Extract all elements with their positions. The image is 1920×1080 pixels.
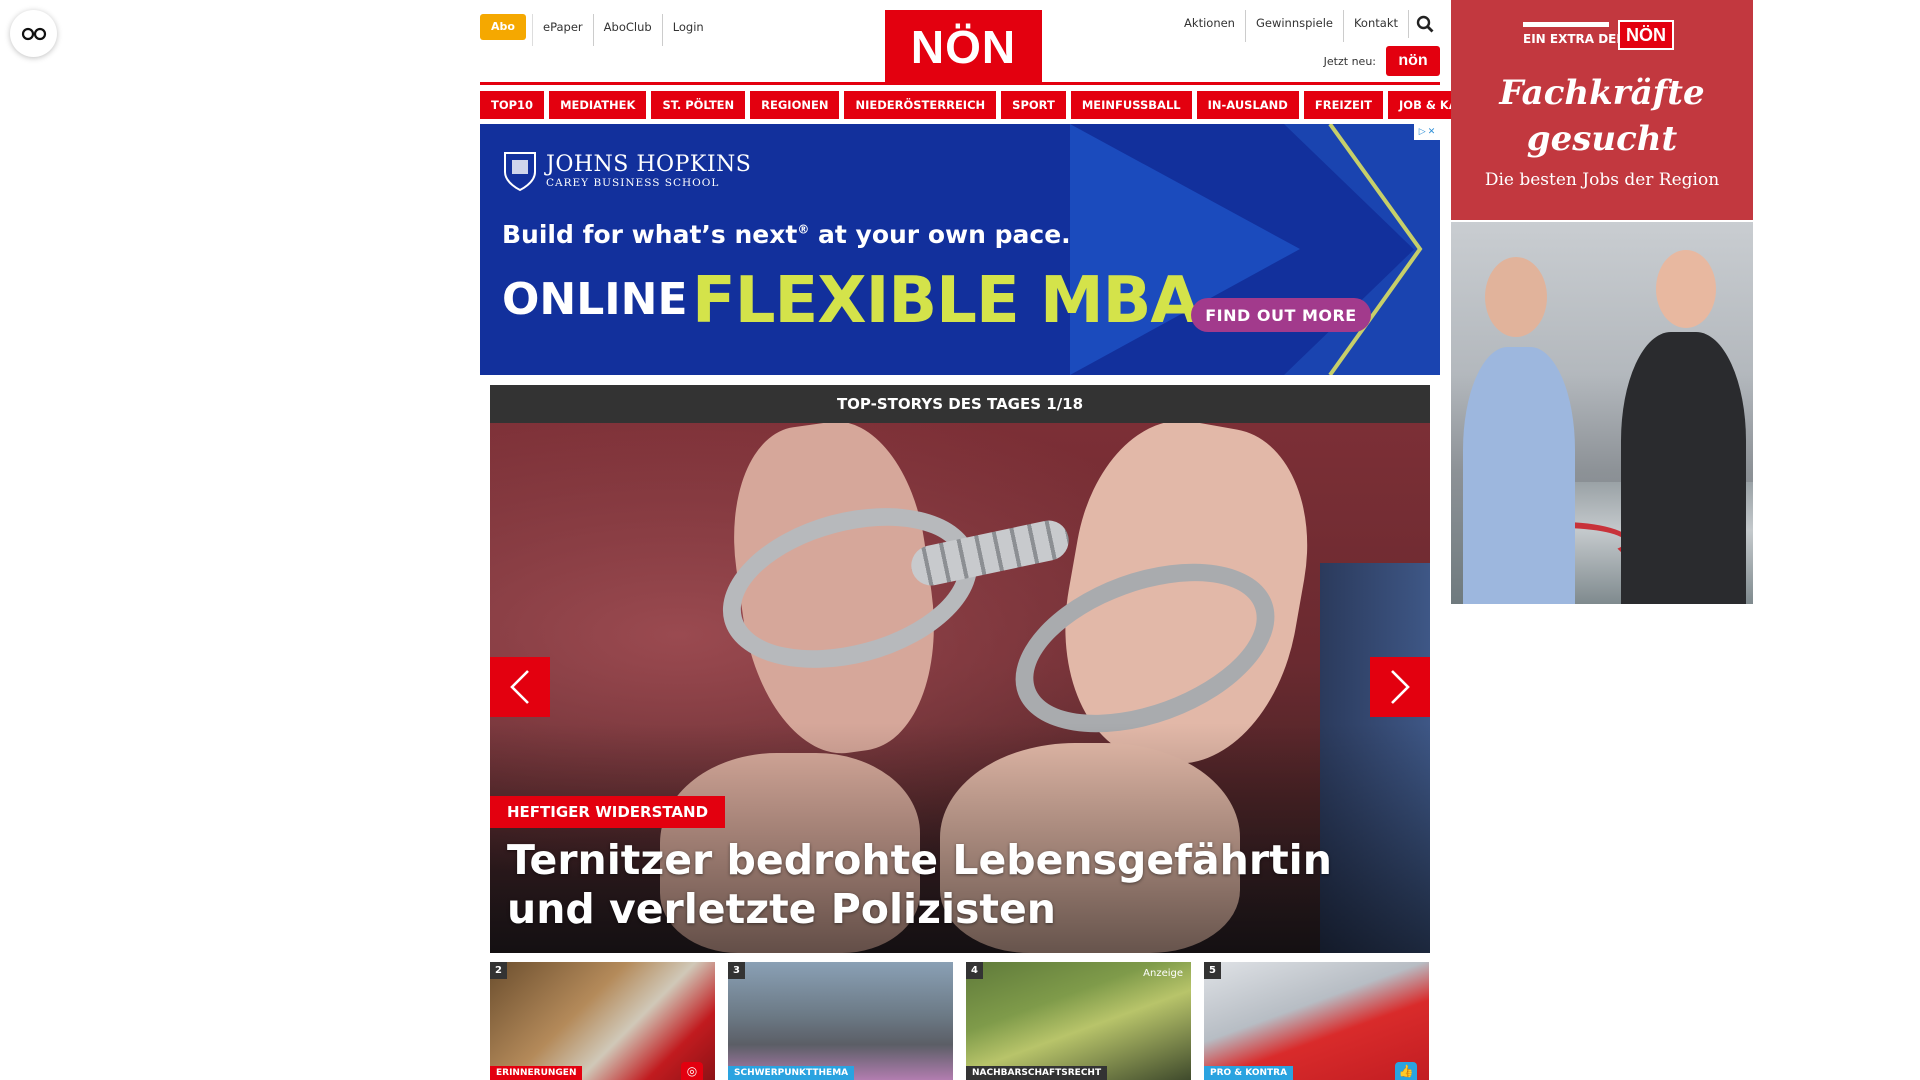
story-headline[interactable]: Ternitzer bedrohte Lebensgefährtin und v… bbox=[507, 836, 1407, 934]
ad-tagline-end: at your own pace. bbox=[809, 220, 1071, 249]
nav-in-ausland[interactable]: IN-AUSLAND bbox=[1196, 91, 1299, 119]
nav-mediathek[interactable]: MEDIATHEK bbox=[549, 91, 647, 119]
photo-person bbox=[1463, 249, 1575, 604]
slider-next-button[interactable] bbox=[1370, 657, 1430, 717]
thumbnail-story[interactable]: 5 PRO & KONTRA 👍 bbox=[1204, 962, 1429, 1080]
thumbnail-tag: ERINNERUNGEN bbox=[490, 1066, 583, 1080]
ad-tagline: Build for what’s next® at your own pace. bbox=[502, 220, 1071, 249]
jetzt-neu: Jetzt neu: nön bbox=[1324, 46, 1440, 76]
epaper-link[interactable]: ePaper bbox=[532, 14, 593, 46]
search-icon[interactable] bbox=[1408, 10, 1440, 38]
side-ad-header: EIN EXTRA DER NÖN Fachkräfte gesucht Die… bbox=[1451, 0, 1753, 220]
side-ad-headline-2: gesucht bbox=[1526, 119, 1678, 159]
site-logo[interactable]: NÖN bbox=[885, 10, 1042, 84]
banner-ad[interactable]: ▷ ✕ JOHNS HOPKINS CAREY BUSINESS SCHOOL B… bbox=[480, 124, 1440, 375]
top-stories-header: TOP-STORYS DES TAGES 1/18 bbox=[490, 385, 1430, 423]
abo-button[interactable]: Abo bbox=[480, 14, 526, 40]
side-ad-brand-text: EIN EXTRA DER bbox=[1523, 32, 1626, 46]
top-stories: TOP-STORYS DES TAGES 1/18 HEFTIGER WIDER… bbox=[490, 385, 1430, 953]
side-ad-headline-1: Fachkräfte bbox=[1499, 73, 1705, 113]
side-ad-subline: Die besten Jobs der Region bbox=[1484, 170, 1720, 190]
accessibility-button[interactable] bbox=[10, 10, 57, 57]
login-link[interactable]: Login bbox=[661, 14, 714, 46]
photo-person-body bbox=[1621, 332, 1746, 604]
slider-prev-button[interactable] bbox=[490, 657, 550, 717]
ad-online-text: ONLINE bbox=[502, 274, 688, 325]
thumbnail-tag: SCHWERPUNKTTHEMA bbox=[728, 1066, 855, 1080]
thumbnail-tag: PRO & KONTRA bbox=[1204, 1066, 1294, 1080]
side-ad-bar bbox=[1523, 22, 1609, 27]
thumbnail-story[interactable]: 3 SCHWERPUNKTTHEMA bbox=[728, 962, 953, 1080]
meta-nav-left: ePaper AboClub Login bbox=[532, 14, 714, 46]
ad-university: JOHNS HOPKINS CAREY BUSINESS SCHOOL bbox=[502, 150, 751, 192]
ad-tagline-sup: ® bbox=[797, 222, 810, 237]
photo-person bbox=[1616, 250, 1746, 604]
thumbnail-number: 4 bbox=[966, 962, 983, 979]
thumbnail-story[interactable]: 2 ERINNERUNGEN ◎ bbox=[490, 962, 715, 1080]
ad-info-icon: ▷ bbox=[1418, 127, 1426, 137]
ad-choices-badge[interactable]: ▷ ✕ bbox=[1414, 124, 1440, 140]
jetzt-neu-label: Jetzt neu: bbox=[1323, 54, 1376, 68]
story-thumbnails: 2 ERINNERUNGEN ◎ 3 SCHWERPUNKTTHEMA 4 An… bbox=[490, 962, 1430, 1080]
header-divider bbox=[480, 82, 1440, 85]
main-nav: TOP10 MEDIATHEK ST. PÖLTEN REGIONEN NIED… bbox=[480, 91, 1516, 119]
shield-icon bbox=[504, 152, 536, 192]
thumbnail-tag: NACHBARSCHAFTSRECHT bbox=[966, 1066, 1108, 1080]
ad-mba-text: FLEXIBLE MBA bbox=[692, 264, 1200, 338]
anzeige-label: Anzeige bbox=[1143, 968, 1183, 979]
aktionen-link[interactable]: Aktionen bbox=[1174, 10, 1245, 42]
header: Abo ePaper AboClub Login NÖN Aktionen Ge… bbox=[480, 0, 1440, 84]
meta-nav-right: Aktionen Gewinnspiele Kontakt bbox=[1174, 10, 1440, 42]
ad-chevron-decor bbox=[1328, 124, 1423, 375]
nav-freizeit[interactable]: FREIZEIT bbox=[1303, 91, 1384, 119]
photo-person-head bbox=[1485, 257, 1547, 337]
ad-close-icon: ✕ bbox=[1427, 127, 1436, 137]
nav-st-poelten[interactable]: ST. PÖLTEN bbox=[651, 91, 746, 119]
side-ad-photo bbox=[1451, 222, 1753, 604]
chevron-right-icon bbox=[1391, 670, 1410, 704]
thumbnail-number: 2 bbox=[490, 962, 507, 979]
aboclub-link[interactable]: AboClub bbox=[592, 14, 662, 46]
thumbnail-number: 3 bbox=[728, 962, 745, 979]
nav-niederoesterreich[interactable]: NIEDERÖSTERREICH bbox=[844, 91, 997, 119]
photo-person-body bbox=[1463, 347, 1575, 604]
ad-tagline-start: Build for what’s next bbox=[502, 220, 798, 249]
thumbs-up-icon: 👍 bbox=[1395, 1062, 1417, 1080]
side-ad-logo: NÖN bbox=[1618, 20, 1674, 50]
gewinnspiele-link[interactable]: Gewinnspiele bbox=[1244, 10, 1343, 42]
mini-non-logo[interactable]: nön bbox=[1386, 46, 1440, 76]
photo-person-head bbox=[1656, 250, 1716, 328]
eye-glasses-icon bbox=[21, 27, 46, 40]
nav-sport[interactable]: SPORT bbox=[1001, 91, 1066, 119]
ad-uni-name: JOHNS HOPKINS bbox=[546, 152, 752, 177]
hero-story[interactable]: HEFTIGER WIDERSTAND Ternitzer bedrohte L… bbox=[490, 423, 1430, 953]
nav-top10[interactable]: TOP10 bbox=[480, 91, 545, 119]
side-ad[interactable]: EIN EXTRA DER NÖN Fachkräfte gesucht Die… bbox=[1451, 0, 1753, 604]
instagram-icon: ◎ bbox=[681, 1062, 703, 1080]
ad-uni-sub: CAREY BUSINESS SCHOOL bbox=[546, 177, 720, 189]
side-ad-headline: Fachkräfte gesucht bbox=[1451, 70, 1753, 162]
thumbnail-story[interactable]: 4 Anzeige NACHBARSCHAFTSRECHT bbox=[966, 962, 1191, 1080]
thumbnail-number: 5 bbox=[1204, 962, 1221, 979]
story-kicker[interactable]: HEFTIGER WIDERSTAND bbox=[490, 796, 726, 828]
chevron-left-icon bbox=[510, 670, 529, 704]
nav-meinfussball[interactable]: MEINFUSSBALL bbox=[1070, 91, 1192, 119]
nav-regionen[interactable]: REGIONEN bbox=[750, 91, 840, 119]
kontakt-link[interactable]: Kontakt bbox=[1342, 10, 1408, 42]
ad-find-out-more-button[interactable]: FIND OUT MORE bbox=[1191, 298, 1371, 332]
